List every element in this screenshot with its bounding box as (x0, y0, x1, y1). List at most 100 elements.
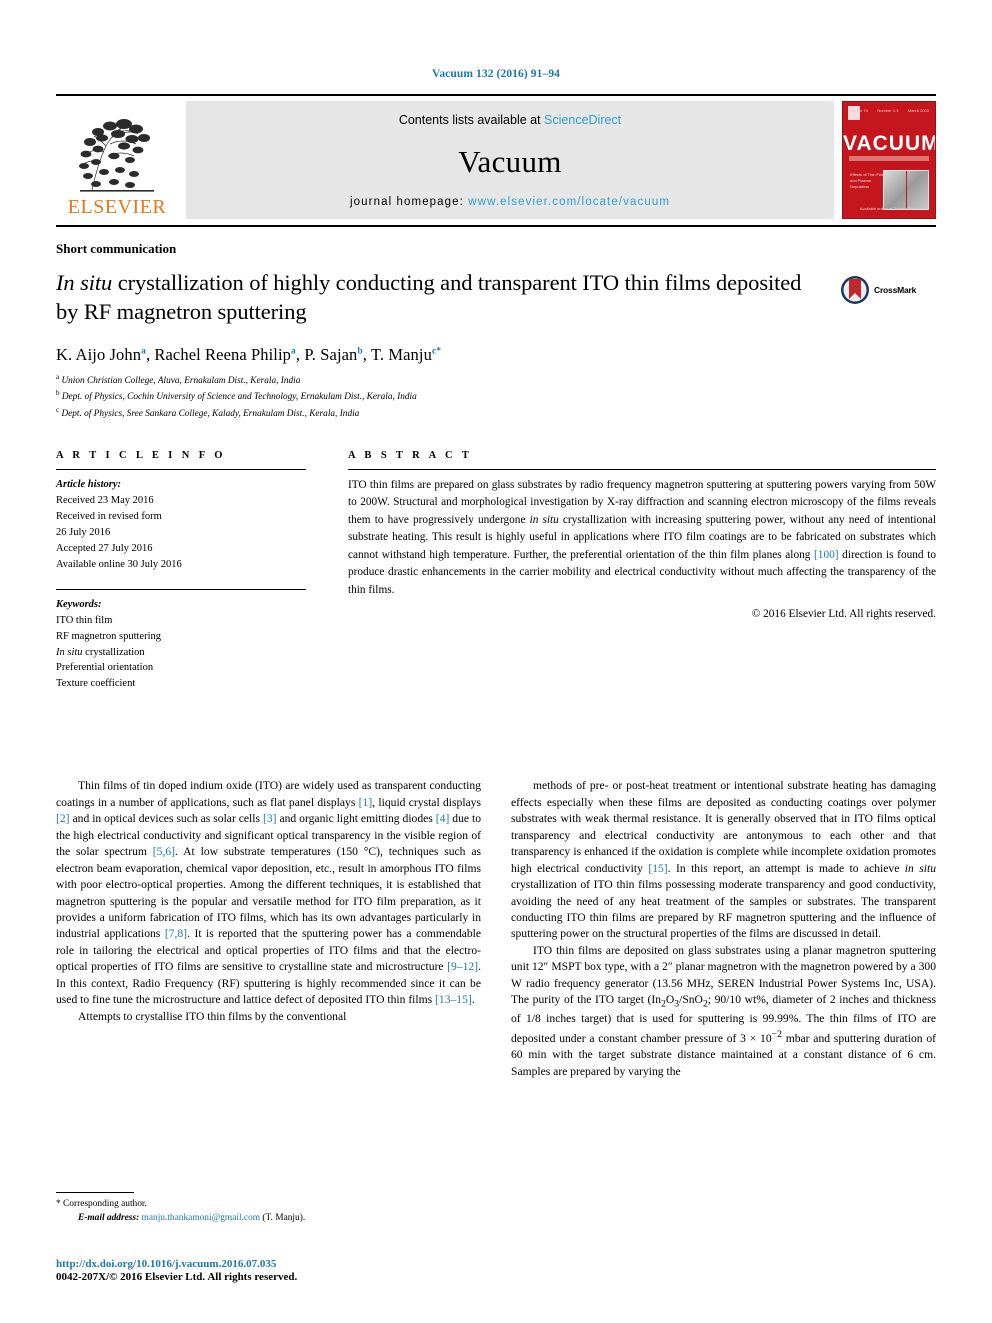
corresponding-author-marker[interactable]: * (436, 346, 441, 356)
running-head: Vacuum 132 (2016) 91–94 (431, 68, 561, 80)
affiliation-marker-1: b (56, 389, 60, 398)
keywords-label: Keywords: (56, 598, 102, 610)
title-rest: crystallization of highly conducting and… (56, 270, 802, 324)
affiliation-text-1: Dept. of Physics, Cochin University of S… (61, 392, 417, 403)
author-name-3: T. Manju (370, 344, 432, 364)
elsevier-tree-icon (79, 119, 154, 192)
article-info-heading: A R T I C L E I N F O (56, 449, 226, 461)
cover-footer-text: Available online at ScienceDirect (859, 206, 919, 211)
abstract-heading: A B S T R A C T (348, 449, 473, 461)
title-italic-lead: In situ (56, 270, 113, 295)
corresponding-author-footnote: * Corresponding author. E-mail address: … (56, 1192, 496, 1225)
affiliation-marker-0: a (56, 372, 60, 381)
affiliation-text-0: Union Christian College, Aluva, Ernakula… (61, 375, 301, 386)
citation-ref[interactable]: [13–15] (435, 993, 472, 1006)
keyword-item-italic: In situ (56, 646, 83, 658)
page-title: In situ crystallization of highly conduc… (56, 269, 840, 327)
abstract-column: A B S T R A C T ITO thin films are prepa… (348, 450, 936, 692)
citation-ref[interactable]: [15] (648, 862, 667, 875)
footnote-corresponding-text: Corresponding author. (63, 1199, 147, 1209)
affiliation-list: a Union Christian College, Aluva, Ernaku… (56, 372, 936, 422)
affiliation-item: a Union Christian College, Aluva, Ernaku… (56, 372, 936, 389)
cover-micrograph-image (883, 170, 929, 210)
page-footer: http://dx.doi.org/10.1016/j.vacuum.2016.… (56, 1258, 516, 1283)
history-item: Available online 30 July 2016 (56, 558, 182, 570)
keywords-rule: Keywords: ITO thin film RF magnetron spu… (56, 588, 306, 693)
citation-ref[interactable]: [5,6] (153, 845, 175, 858)
body-column-right: methods of pre- or post-heat treatment o… (511, 778, 936, 1080)
sciencedirect-link[interactable]: ScienceDirect (544, 113, 621, 127)
author-sup-2: b (357, 346, 363, 357)
crossmark-label: CrossMark (874, 285, 917, 295)
cover-title: VACUUM (843, 132, 936, 155)
footnote-email-owner: (T. Manju). (262, 1213, 306, 1224)
contents-line: Contents lists available at ScienceDirec… (399, 113, 621, 127)
history-item: Received in revised form (56, 510, 162, 522)
masthead-top-rule (56, 94, 936, 96)
abstract-text: ITO thin films are prepared on glass sub… (348, 478, 936, 596)
cover-issue-line: Volume 70 Number 2-3 March 2003 (849, 108, 929, 113)
article-history-block: Article history: Received 23 May 2016 Re… (56, 477, 306, 573)
issn-copyright-line: 0042-207X/© 2016 Elsevier Ltd. All right… (56, 1271, 298, 1283)
footnote-corresponding-line: * Corresponding author. (56, 1197, 496, 1211)
author-name-0: K. Aijo John (56, 344, 142, 364)
citation-ref[interactable]: [9–12] (447, 960, 478, 973)
article-history-label: Article history: (56, 478, 122, 490)
elsevier-wordmark: ELSEVIER (67, 196, 167, 218)
article-type: Short communication (56, 241, 177, 256)
journal-cover-thumbnail[interactable]: Volume 70 Number 2-3 March 2003 VACUUM E… (842, 101, 936, 219)
elsevier-logo[interactable]: ELSEVIER (56, 101, 178, 219)
body-paragraph: Thin films of tin doped indium oxide (IT… (56, 779, 481, 1007)
citation-ref[interactable]: [100] (814, 549, 838, 561)
cover-volume: Volume 70 (849, 108, 868, 113)
affiliation-item: c Dept. of Physics, Sree Sankara College… (56, 405, 936, 422)
journal-title: Vacuum (458, 143, 562, 179)
history-item: Received 23 May 2016 (56, 494, 154, 506)
citation-ref[interactable]: [7,8] (165, 927, 187, 940)
body-paragraph: ITO thin films are deposited on glass su… (511, 943, 937, 1078)
history-item: 26 July 2016 (56, 526, 111, 538)
homepage-prefix: journal homepage: (350, 196, 469, 208)
body-paragraph: Attempts to crystallise ITO thin films b… (78, 1009, 347, 1023)
body-column-left: Thin films of tin doped indium oxide (IT… (56, 778, 481, 1080)
abstract-rule: ITO thin films are prepared on glass sub… (348, 468, 936, 620)
cover-date: March 2003 (907, 108, 929, 113)
footnote-email-line: E-mail address: manju.thankamoni@gmail.c… (56, 1211, 496, 1225)
title-row: In situ crystallization of highly conduc… (56, 257, 936, 327)
homepage-link[interactable]: www.elsevier.com/locate/vacuum (468, 196, 670, 208)
affiliation-item: b Dept. of Physics, Cochin University of… (56, 388, 936, 405)
article-info-column: A R T I C L E I N F O Article history: R… (56, 450, 348, 692)
affiliation-marker-2: c (56, 406, 60, 415)
body-paragraph: methods of pre- or post-heat treatment o… (511, 779, 936, 941)
affiliation-text-2: Dept. of Physics, Sree Sankara College, … (61, 409, 360, 420)
cover-number: Number 2-3 (877, 108, 899, 113)
footnote-email-label: E-mail address: (78, 1213, 140, 1224)
author-sup-1: a (291, 346, 296, 357)
author-name-2: P. Sajan (304, 344, 358, 364)
citation-ref[interactable]: [1] (359, 796, 373, 809)
footnote-rule (56, 1192, 134, 1193)
keywords-block: Keywords: ITO thin film RF magnetron spu… (56, 597, 306, 693)
author-list: K. Aijo Johna, Rachel Reena Philipa, P. … (56, 344, 442, 364)
article-info-rule: Article history: Received 23 May 2016 Re… (56, 468, 306, 573)
keyword-item: Texture coefficient (56, 678, 136, 690)
crossmark-badge[interactable]: CrossMark (840, 275, 936, 305)
citation-ref[interactable]: [2] (56, 812, 70, 825)
contents-prefix: Contents lists available at (398, 113, 545, 127)
doi-link[interactable]: http://dx.doi.org/10.1016/j.vacuum.2016.… (56, 1258, 516, 1270)
author-name-1: Rachel Reena Philip (154, 344, 292, 364)
history-item: Accepted 27 July 2016 (56, 542, 153, 554)
footnote-star-icon: * (56, 1199, 61, 1209)
citation-ref[interactable]: [4] (436, 812, 450, 825)
body-columns: Thin films of tin doped indium oxide (IT… (56, 778, 936, 1080)
author-sup-0: a (141, 346, 146, 357)
keyword-item: RF magnetron sputtering (56, 630, 161, 642)
keyword-item: In situ crystallization (56, 646, 145, 658)
masthead-center: Contents lists available at ScienceDirec… (186, 101, 834, 219)
citation-ref[interactable]: [3] (263, 812, 277, 825)
footnote-email-link[interactable]: manju.thankamoni@gmail.com (142, 1213, 261, 1223)
info-abstract-section: A R T I C L E I N F O Article history: R… (56, 450, 936, 692)
journal-masthead: ELSEVIER Contents lists available at Sci… (56, 101, 936, 219)
journal-homepage-line: journal homepage: www.elsevier.com/locat… (350, 196, 670, 208)
keyword-item: ITO thin film (56, 614, 113, 626)
